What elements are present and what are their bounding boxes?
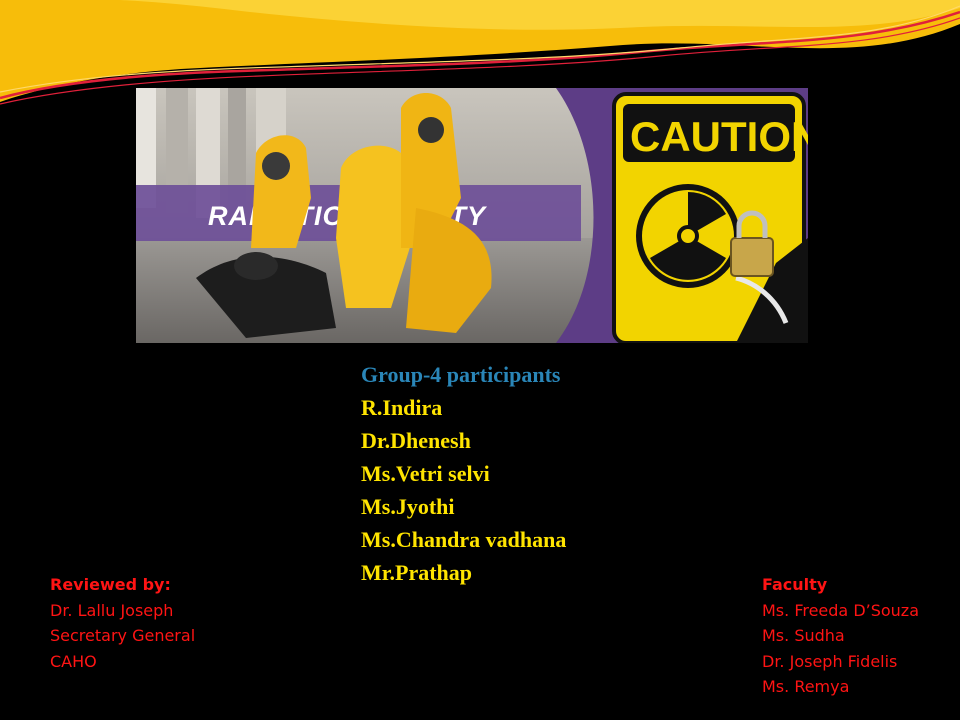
caution-sign-illustration: CAUTION bbox=[612, 92, 808, 343]
participant-name: R.Indira bbox=[361, 395, 443, 420]
participants-list: Group-4 participants R.Indira Dr.Dhenesh… bbox=[361, 358, 681, 589]
participant-name: Mr.Prathap bbox=[361, 560, 473, 585]
faculty-member: Ms. Freeda D’Souza bbox=[762, 600, 920, 620]
radiation-safety-banner: RADIATION SAFETY CAUTION bbox=[136, 88, 808, 343]
participant-name: Ms.Vetri selvi bbox=[361, 461, 490, 486]
reviewer-line: Secretary General bbox=[50, 626, 196, 645]
reviewed-by-title: Reviewed by: bbox=[50, 575, 171, 594]
faculty-member: Ms. Remya bbox=[762, 677, 850, 696]
faculty-member: Ms. Sudha bbox=[762, 626, 845, 645]
participant-name: Dr.Dhenesh bbox=[361, 428, 471, 453]
participant-name: Ms.Chandra vadhana bbox=[361, 527, 567, 552]
reviewed-by-block: Reviewed by: Dr. Lallu Joseph Secretary … bbox=[50, 572, 280, 674]
faculty-title: Faculty bbox=[762, 575, 828, 594]
slide: RADIATION SAFETY CAUTION bbox=[0, 0, 960, 720]
reviewer-line: CAHO bbox=[50, 651, 97, 671]
faculty-member: Dr. Joseph Fidelis bbox=[762, 651, 898, 671]
caution-sign-text: CAUTION bbox=[630, 113, 808, 160]
participant-name: Ms.Jyothi bbox=[361, 494, 455, 519]
reviewer-line: Dr. Lallu Joseph bbox=[50, 600, 174, 620]
faculty-block: Faculty Ms. Freeda D’Souza Ms. Sudha Dr.… bbox=[762, 572, 952, 700]
participants-heading: Group-4 participants bbox=[361, 362, 561, 387]
